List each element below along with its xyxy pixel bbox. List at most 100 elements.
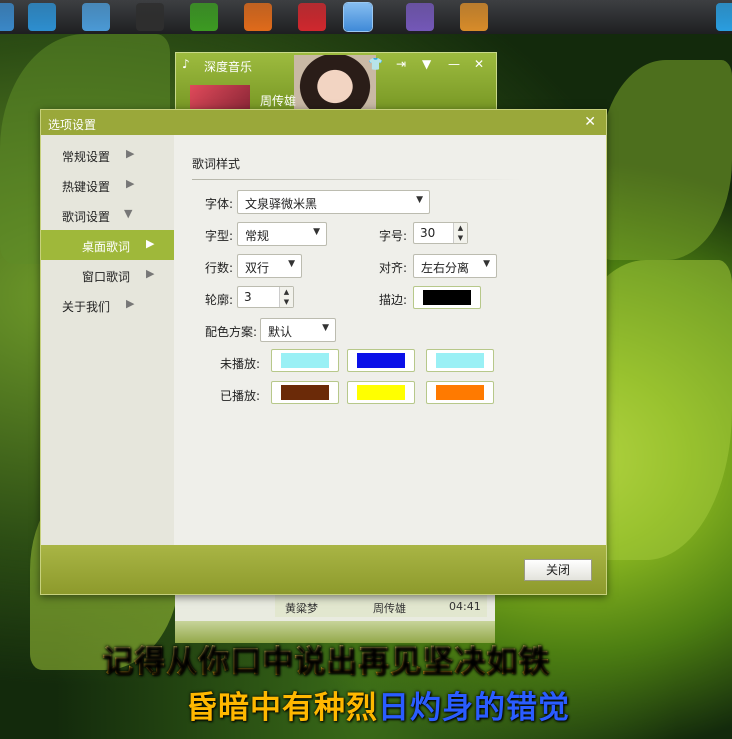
line-count-value: 双行	[245, 261, 270, 275]
color-scheme-select[interactable]: 默认 ▼	[260, 318, 336, 342]
lyric-line-1: 记得从你口中说出再见坚决如铁	[102, 636, 550, 681]
unplayed-label: 未播放:	[220, 357, 261, 371]
unplayed-color-button-2[interactable]	[347, 349, 415, 372]
minimize-icon[interactable]: —	[448, 57, 460, 71]
partial-blue-icon[interactable]	[716, 3, 732, 31]
emacs-icon[interactable]	[406, 3, 434, 31]
color-swatch	[436, 353, 484, 368]
line-count-label: 行数:	[205, 261, 234, 275]
outline-value: 3	[244, 290, 252, 304]
nav-label: 关于我们	[62, 300, 111, 314]
archive-manager-icon[interactable]	[460, 3, 488, 31]
chevron-right-icon: ▶	[126, 297, 135, 310]
color-scheme-value: 默认	[268, 325, 293, 339]
font-select[interactable]: 文泉驿微米黑 ▼	[237, 190, 430, 214]
alignment-label: 对齐:	[379, 261, 408, 275]
dialog-close-icon[interactable]: ✕	[584, 114, 596, 130]
dropdown-arrow-icon: ▼	[416, 195, 423, 205]
taskbar	[0, 0, 732, 34]
color-swatch	[281, 353, 329, 368]
played-color-button-2[interactable]	[347, 381, 415, 404]
played-color-button-1[interactable]	[271, 381, 339, 404]
music-player-title: 深度音乐	[204, 60, 253, 74]
unplayed-color-button-3[interactable]	[426, 349, 494, 372]
chevron-right-icon: ▶	[126, 147, 135, 160]
chevron-right-icon: ▶	[126, 177, 135, 190]
spin-up-icon[interactable]: ▲	[279, 287, 293, 297]
spin-up-icon[interactable]: ▲	[453, 223, 467, 233]
menu-icon[interactable]: ▼	[422, 57, 431, 71]
nav-label: 常规设置	[62, 150, 111, 164]
nav-desktop-lyrics[interactable]: 桌面歌词 ▶	[41, 230, 174, 260]
settings-dialog: 选项设置 ✕ 常规设置 ▶ 热键设置 ▶ 歌词设置 ▼ 桌面歌词 ▶ 窗口歌词 …	[40, 109, 607, 595]
dialog-footer	[41, 545, 606, 594]
android-sdk-icon[interactable]	[190, 3, 218, 31]
nav-label: 歌词设置	[62, 210, 111, 224]
firefox-icon[interactable]	[244, 3, 272, 31]
nav-label: 窗口歌词	[82, 270, 131, 284]
color-swatch	[357, 385, 405, 400]
color-swatch	[281, 385, 329, 400]
deepin-music-icon[interactable]	[344, 3, 372, 31]
played-color-button-3[interactable]	[426, 381, 494, 404]
skin-icon[interactable]: 👕	[368, 57, 383, 71]
partial-app-icon[interactable]	[0, 3, 14, 31]
alignment-select[interactable]: 左右分离 ▼	[413, 254, 497, 278]
nav-hotkey-settings[interactable]: 热键设置 ▶	[41, 170, 174, 200]
track-duration: 04:41	[449, 600, 481, 613]
nav-about-us[interactable]: 关于我们 ▶	[41, 290, 174, 320]
lyric-played-text: 昏暗中有种烈	[186, 690, 378, 726]
dropdown-arrow-icon: ▼	[483, 259, 490, 269]
spin-down-icon[interactable]: ▼	[453, 233, 467, 243]
artist-name: 周传雄	[260, 94, 297, 108]
lyric-line-2: 昏暗中有种烈日灼身的错觉	[186, 682, 570, 727]
color-swatch	[357, 353, 405, 368]
nav-label: 桌面歌词	[82, 240, 131, 254]
font-value: 文泉驿微米黑	[245, 197, 318, 211]
outline-spinbox[interactable]: 3 ▲ ▼	[237, 286, 294, 308]
unplayed-color-button-1[interactable]	[271, 349, 339, 372]
dropdown-arrow-icon: ▼	[288, 259, 295, 269]
alignment-value: 左右分离	[421, 261, 470, 275]
font-label: 字体:	[205, 197, 234, 211]
stroke-label: 描边:	[379, 293, 408, 307]
color-swatch	[436, 385, 484, 400]
font-style-select[interactable]: 常规 ▼	[237, 222, 327, 246]
system-monitor-icon[interactable]	[28, 3, 56, 31]
nav-general-settings[interactable]: 常规设置 ▶	[41, 140, 174, 170]
dialog-titlebar[interactable]: 选项设置 ✕	[41, 110, 606, 135]
chevron-down-icon: ▼	[124, 207, 133, 220]
nav-lyrics-settings[interactable]: 歌词设置 ▼	[41, 200, 174, 230]
stroke-color-swatch	[423, 290, 471, 305]
video-player-icon[interactable]	[136, 3, 164, 31]
settings-content: 歌词样式 字体: 文泉驿微米黑 ▼ 字型: 常规 ▼ 字号: 30 ▲ ▼ 行数…	[174, 135, 606, 545]
font-style-label: 字型:	[205, 229, 234, 243]
nav-label: 热键设置	[62, 180, 111, 194]
played-label: 已播放:	[220, 389, 261, 403]
chevron-right-icon: ▶	[146, 237, 155, 250]
lyric-unplayed-text: 日灼身的错觉	[378, 690, 570, 726]
font-size-spinbox[interactable]: 30 ▲ ▼	[413, 222, 468, 244]
track-artist: 周传雄	[373, 602, 406, 615]
color-scheme-label: 配色方案:	[205, 325, 258, 339]
close-button[interactable]: 关闭	[524, 559, 592, 581]
background-leaf	[600, 60, 732, 260]
playlist-row[interactable]: 黄粱梦 周传雄 04:41	[275, 593, 487, 617]
font-size-value: 30	[420, 226, 436, 240]
chevron-right-icon: ▶	[146, 267, 155, 280]
line-count-select[interactable]: 双行 ▼	[237, 254, 302, 278]
spin-down-icon[interactable]: ▼	[279, 297, 293, 307]
stroke-color-button[interactable]	[413, 286, 481, 309]
mini-mode-icon[interactable]: ⇥	[396, 57, 406, 71]
dialog-title: 选项设置	[48, 118, 97, 132]
game-icon[interactable]	[298, 3, 326, 31]
font-style-value: 常规	[245, 229, 270, 243]
nav-window-lyrics[interactable]: 窗口歌词 ▶	[41, 260, 174, 290]
section-divider	[192, 179, 522, 180]
close-icon[interactable]: ✕	[474, 57, 484, 71]
disk-utility-icon[interactable]	[82, 3, 110, 31]
dropdown-arrow-icon: ▼	[313, 227, 320, 237]
outline-label: 轮廓:	[205, 293, 234, 307]
font-size-label: 字号:	[379, 229, 408, 243]
lyric-text: 记得从你口中说出再见坚决如铁	[102, 644, 550, 680]
